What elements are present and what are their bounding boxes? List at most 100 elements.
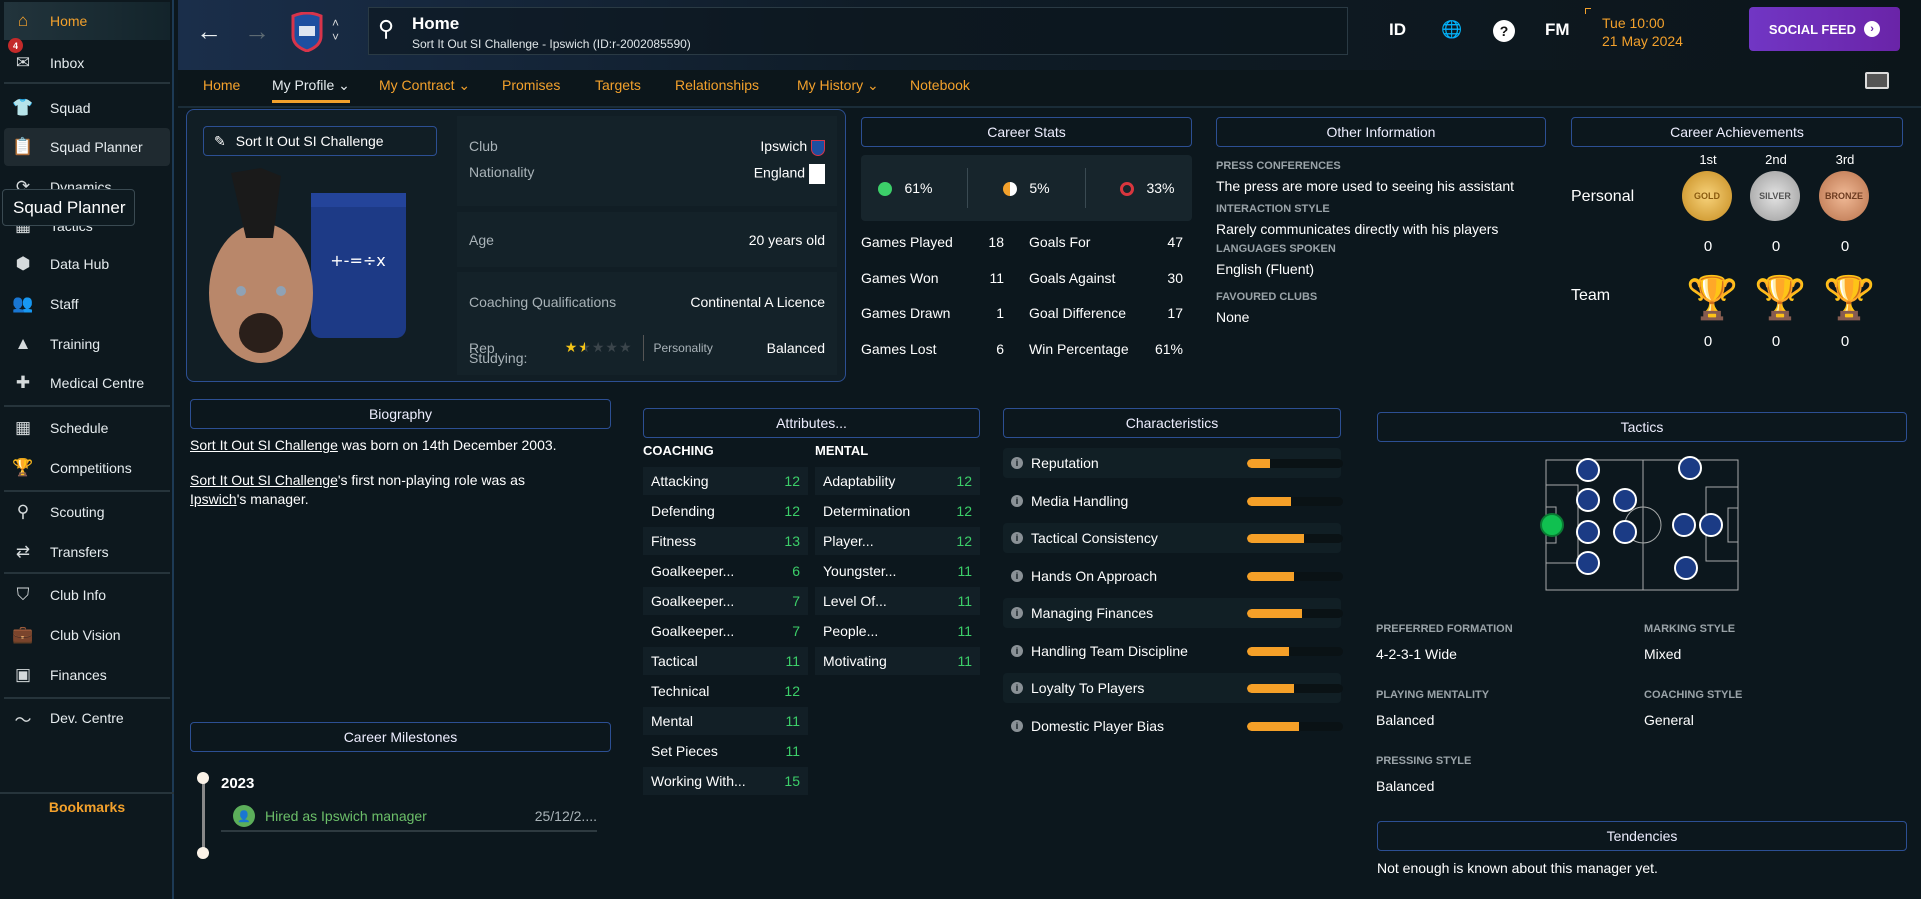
tab-promises[interactable]: Promises — [502, 77, 560, 99]
attribute-row[interactable]: Mental 11 — [643, 707, 808, 735]
sidebar-item-finances[interactable]: ▣ Finances — [4, 656, 170, 694]
info-icon[interactable]: i — [1011, 569, 1023, 582]
info-icon[interactable]: i — [1011, 607, 1023, 619]
info-icon[interactable]: i — [1011, 682, 1023, 694]
biography-text: Sort It Out SI Challenge was born on 14t… — [190, 436, 611, 509]
personal-count: 0 — [1771, 238, 1781, 255]
attribute-row[interactable]: Goalkeeper... 6 — [643, 557, 808, 585]
sidebar-item-medical-centre[interactable]: ✚ Medical Centre — [4, 364, 170, 402]
info-icon[interactable]: i — [1011, 457, 1023, 469]
sidebar-item-squad-planner[interactable]: 📋 Squad Planner — [4, 128, 170, 166]
attribute-row[interactable]: Adaptability 12 — [815, 467, 980, 495]
nationality-value[interactable]: England — [754, 163, 825, 184]
biography-header: Biography — [190, 399, 611, 429]
attribute-row[interactable]: Defending 12 — [643, 497, 808, 525]
stat-label: Games Won — [861, 270, 939, 286]
attribute-row[interactable]: Level Of... 11 — [815, 587, 980, 615]
divider — [4, 572, 170, 574]
id-button[interactable]: ID — [1389, 20, 1406, 40]
attribute-row[interactable]: Set Pieces 11 — [643, 737, 808, 765]
personality-value: Balanced — [766, 339, 825, 356]
attribute-name: Working With... — [651, 773, 746, 789]
stat-label: Goal Difference — [1029, 305, 1127, 321]
club-name[interactable]: Ipswich — [760, 138, 807, 154]
tab-my-profile[interactable]: My Profile ⌄ — [272, 77, 350, 103]
sidebar-item-club-info[interactable]: ⛉ Club Info — [4, 576, 170, 614]
sidebar-item-squad[interactable]: 👕 Squad — [4, 89, 170, 127]
timeline-dot — [197, 847, 209, 859]
back-arrow-icon[interactable]: ← — [196, 16, 222, 47]
attribute-value: 12 — [956, 503, 972, 519]
attribute-row[interactable]: Tactical 11 — [643, 647, 808, 675]
attribute-row[interactable]: Technical 12 — [643, 677, 808, 705]
sidebar-item-inbox[interactable]: ✉ Inbox 4 — [4, 38, 170, 82]
help-icon[interactable]: ? — [1493, 20, 1515, 42]
manager-link[interactable]: Sort It Out SI Challenge — [190, 472, 338, 488]
attribute-name: Goalkeeper... — [651, 593, 735, 609]
attribute-row[interactable]: People... 11 — [815, 617, 980, 645]
sidebar-item-training[interactable]: ▲ Training — [4, 325, 170, 363]
info-icon[interactable]: i — [1011, 532, 1023, 544]
social-feed-button[interactable]: SOCIAL FEED › — [1749, 7, 1900, 51]
career-stat-row: Goals For 47 — [1029, 234, 1183, 250]
sidebar-item-home[interactable]: ⌂ Home — [4, 2, 170, 40]
manager-link[interactable]: Sort It Out SI Challenge — [190, 437, 338, 453]
attribute-row[interactable]: Youngster... 11 — [815, 557, 980, 585]
attribute-row[interactable]: Player... 12 — [815, 527, 980, 555]
win-dot-icon — [878, 182, 893, 197]
attribute-row[interactable]: Fitness 13 — [643, 527, 808, 555]
sidebar-item-staff[interactable]: 👥 Staff — [4, 285, 170, 323]
forward-arrow-icon[interactable]: → — [244, 16, 270, 47]
sidebar-item-club-vision[interactable]: 💼 Club Vision — [4, 616, 170, 654]
search-icon[interactable]: ⚲ — [378, 16, 394, 42]
divider — [4, 405, 170, 407]
tactic-field-value: Balanced — [1376, 778, 1435, 794]
club-switch-icon[interactable]: ˄ ˅ — [332, 16, 339, 44]
sidebar-item-scouting[interactable]: ⚲ Scouting — [4, 493, 170, 531]
team-count: 0 — [1840, 333, 1850, 350]
attribute-value: 11 — [785, 713, 800, 729]
tab-targets[interactable]: Targets — [595, 77, 641, 99]
bookmarks-button[interactable]: Bookmarks — [0, 792, 174, 815]
sidebar-item-dev-centre[interactable]: 〜 Dev. Centre — [4, 699, 170, 737]
sidebar-item-schedule[interactable]: ▦ Schedule — [4, 409, 170, 447]
calendar-icon: ▦ — [14, 418, 32, 437]
attribute-row[interactable]: Goalkeeper... 7 — [643, 617, 808, 645]
sidebar-item-transfers[interactable]: ⇄ Transfers — [4, 533, 170, 571]
attribute-row[interactable]: Motivating 11 — [815, 647, 980, 675]
info-icon[interactable]: i — [1011, 719, 1023, 732]
characteristic-bar-fill — [1247, 684, 1295, 693]
stat-label: Games Drawn — [861, 305, 951, 321]
attribute-row[interactable]: Determination 12 — [815, 497, 980, 525]
info-icon[interactable]: i — [1011, 494, 1023, 507]
studying-label: Studying: — [469, 350, 528, 366]
medal-icon: GOLD — [1682, 171, 1732, 221]
attribute-row[interactable]: Working With... 15 — [643, 767, 808, 795]
sidebar-item-competitions[interactable]: 🏆 Competitions — [4, 449, 170, 487]
globe-icon[interactable]: 🌐 — [1441, 20, 1462, 40]
edit-name-button[interactable]: ✎ Sort It Out SI Challenge — [203, 126, 437, 156]
attribute-row[interactable]: Attacking 12 — [643, 467, 808, 495]
tab-notebook[interactable]: Notebook — [910, 77, 970, 99]
fm-menu-button[interactable]: FM — [1545, 20, 1570, 40]
career-stat-row: Games Lost 6 — [861, 341, 1004, 357]
attributes-header[interactable]: Attributes... — [643, 408, 980, 438]
monitor-icon[interactable] — [1865, 72, 1889, 89]
tab-relationships[interactable]: Relationships — [675, 77, 759, 99]
tactic-field-value: General — [1644, 712, 1694, 728]
club-value[interactable]: Ipswich — [760, 138, 825, 156]
club-crest-icon[interactable] — [290, 12, 324, 52]
tab-my-history[interactable]: My History ⌄ — [797, 77, 879, 100]
club-link[interactable]: Ipswich — [190, 491, 237, 507]
tab-home[interactable]: Home — [203, 77, 240, 99]
attribute-row[interactable]: Goalkeeper... 7 — [643, 587, 808, 615]
info-icon[interactable]: i — [1011, 644, 1023, 657]
club-crest-icon — [811, 139, 825, 156]
milestone-item[interactable]: 👤 Hired as Ipswich manager 25/12/2.... — [221, 802, 597, 832]
nation-name[interactable]: England — [754, 164, 805, 180]
tab-my-contract[interactable]: My Contract ⌄ — [379, 77, 470, 100]
sidebar-item-data-hub[interactable]: ⬢ Data Hub — [4, 245, 170, 283]
game-date[interactable]: Tue 10:00 21 May 2024 — [1602, 14, 1683, 50]
characteristic-name: Loyalty To Players — [1031, 680, 1145, 696]
divider — [4, 490, 170, 492]
